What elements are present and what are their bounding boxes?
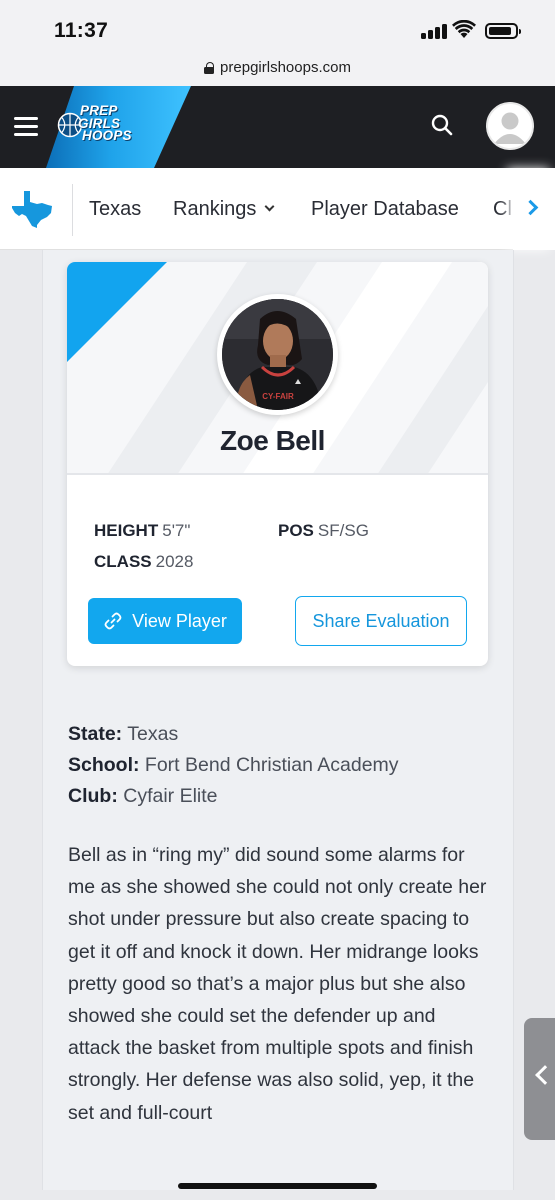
chevron-down-icon: [264, 201, 275, 212]
nav-item-truncated[interactable]: Cl: [493, 198, 513, 221]
evaluation-text: Bell as in “ring my” did sound some alar…: [68, 844, 487, 1124]
user-silhouette-icon: [488, 104, 532, 148]
player-card-header: CY-FAIR Zoe Bell: [67, 262, 488, 475]
chevron-left-icon: [535, 1065, 555, 1085]
battery-icon: [485, 23, 521, 39]
nav-divider: [72, 184, 73, 236]
player-photo-frame: CY-FAIR: [217, 294, 338, 415]
stat-pos-value: SF/SG: [317, 521, 369, 540]
logo-wordmark[interactable]: PREP GIRLS HOOPS: [78, 104, 132, 143]
status-bar: 11:37: [0, 0, 555, 48]
player-name: Zoe Bell: [220, 425, 325, 456]
stat-class-value: 2028: [155, 552, 194, 571]
player-card: CY-FAIR Zoe Bell HEIGHT 5'7" POS SF/SG CLA…: [67, 262, 488, 666]
texas-state-icon[interactable]: [10, 189, 54, 229]
home-indicator: [178, 1183, 377, 1189]
nav-item-rankings-label: Rankings: [173, 198, 257, 220]
lock-icon: [204, 62, 215, 74]
detail-school-label: School:: [68, 754, 140, 776]
url-text: prepgirlshoops.com: [220, 58, 351, 76]
stat-position: POS SF/SG: [278, 521, 369, 541]
detail-state-label: State:: [68, 723, 123, 745]
share-evaluation-button[interactable]: Share Evaluation: [295, 596, 467, 646]
wifi-icon: [452, 20, 476, 38]
status-time: 11:37: [54, 19, 109, 42]
detail-school: School: Fort Bend Christian Academy: [68, 754, 399, 777]
stat-class-label: CLASS: [94, 552, 152, 571]
nav-item-texas[interactable]: Texas: [89, 198, 141, 221]
chevron-right-icon: [522, 199, 539, 216]
svg-text:CY-FAIR: CY-FAIR: [262, 392, 294, 401]
site-header: PREP GIRLS HOOPS: [0, 86, 555, 168]
logo-line-3: HOOPS: [82, 128, 132, 143]
stat-pos-label: POS: [278, 521, 314, 540]
stat-height: HEIGHT 5'7": [94, 521, 190, 541]
stat-height-label: HEIGHT: [94, 521, 159, 540]
detail-state-value: Texas: [127, 723, 179, 745]
detail-club-label: Club:: [68, 785, 118, 807]
nav-item-player-database[interactable]: Player Database: [311, 198, 459, 221]
menu-icon[interactable]: [14, 117, 38, 137]
user-avatar[interactable]: [486, 102, 534, 150]
cellular-signal-icon: [421, 23, 447, 39]
section-nav: [0, 168, 555, 250]
player-photo[interactable]: CY-FAIR: [222, 299, 333, 410]
detail-school-value: Fort Bend Christian Academy: [144, 754, 399, 776]
view-player-button[interactable]: View Player: [88, 598, 242, 644]
address-bar[interactable]: prepgirlshoops.com: [0, 48, 555, 86]
nav-item-rankings[interactable]: Rankings: [173, 198, 275, 221]
detail-club: Club: Cyfair Elite: [68, 785, 218, 808]
link-icon: [104, 612, 122, 630]
stat-height-value: 5'7": [162, 521, 191, 540]
search-icon[interactable]: [431, 114, 453, 136]
view-player-label: View Player: [132, 610, 227, 631]
share-evaluation-label: Share Evaluation: [312, 610, 450, 631]
detail-club-value: Cyfair Elite: [123, 785, 218, 807]
detail-state: State: Texas: [68, 723, 178, 746]
nav-scroll-right-button[interactable]: [513, 168, 555, 250]
side-panel-toggle[interactable]: [524, 1018, 555, 1140]
stat-class: CLASS 2028: [94, 552, 193, 572]
